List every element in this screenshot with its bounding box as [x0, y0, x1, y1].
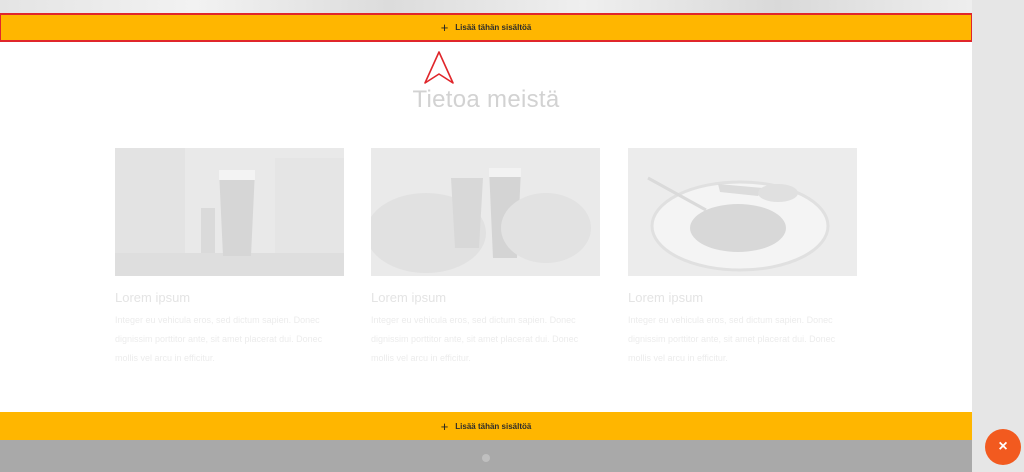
content-card: Lorem ipsum Integer eu vehicula eros, se…	[115, 148, 344, 368]
card-body-text: Integer eu vehicula eros, sed dictum sap…	[371, 315, 579, 363]
card-body-text: Integer eu vehicula eros, sed dictum sap…	[628, 315, 836, 363]
footer-dot-icon	[482, 454, 490, 462]
section-title: Tietoa meistä	[412, 86, 560, 113]
add-content-label: Lisää tähän sisältöä	[455, 23, 532, 32]
card-image-beer	[115, 148, 344, 276]
add-content-button-bottom[interactable]: + Lisää tähän sisältöä	[0, 412, 972, 440]
add-content-button-top[interactable]: + Lisää tähän sisältöä	[0, 13, 972, 42]
plus-icon: +	[440, 20, 449, 35]
page-canvas: + Lisää tähän sisältöä Tietoa meistä Lor…	[0, 0, 972, 472]
card-image-food	[628, 148, 857, 276]
card-heading: Lorem ipsum	[628, 290, 704, 305]
card-image-toast	[371, 148, 600, 276]
card-heading: Lorem ipsum	[371, 290, 447, 305]
card-body-text: Integer eu vehicula eros, sed dictum sap…	[115, 315, 323, 363]
plus-icon: +	[440, 418, 449, 434]
card-heading: Lorem ipsum	[115, 290, 191, 305]
content-card: Lorem ipsum Integer eu vehicula eros, se…	[628, 148, 857, 368]
close-icon: ×	[998, 438, 1008, 455]
hero-image-strip	[0, 0, 972, 14]
add-content-label: Lisää tähän sisältöä	[455, 421, 532, 431]
content-card: Lorem ipsum Integer eu vehicula eros, se…	[371, 148, 600, 368]
pointer-arrow-icon	[424, 51, 454, 84]
right-gutter	[972, 0, 1024, 472]
close-button[interactable]: ×	[985, 429, 1021, 465]
